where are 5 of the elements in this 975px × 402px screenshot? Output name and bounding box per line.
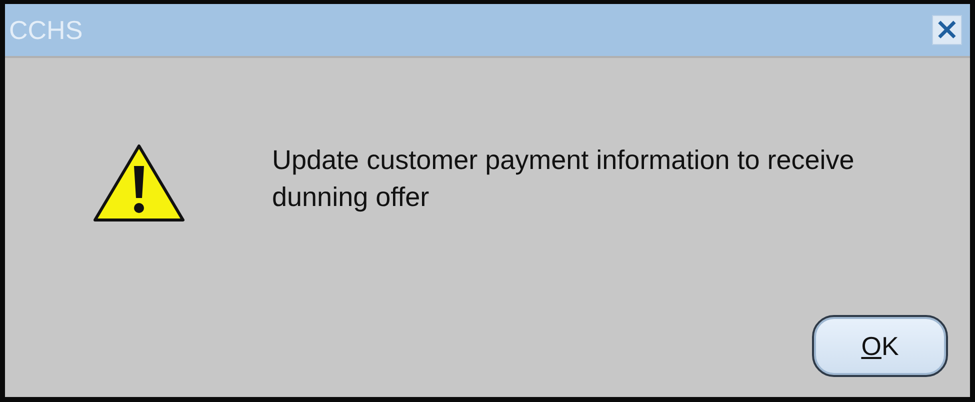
ok-button[interactable]: OK xyxy=(812,315,948,377)
warning-icon xyxy=(92,142,186,224)
close-button[interactable]: × xyxy=(932,15,962,45)
message-text: Update customer payment information to receive dunning offer xyxy=(272,144,856,214)
window-title: CCHS xyxy=(9,14,83,46)
